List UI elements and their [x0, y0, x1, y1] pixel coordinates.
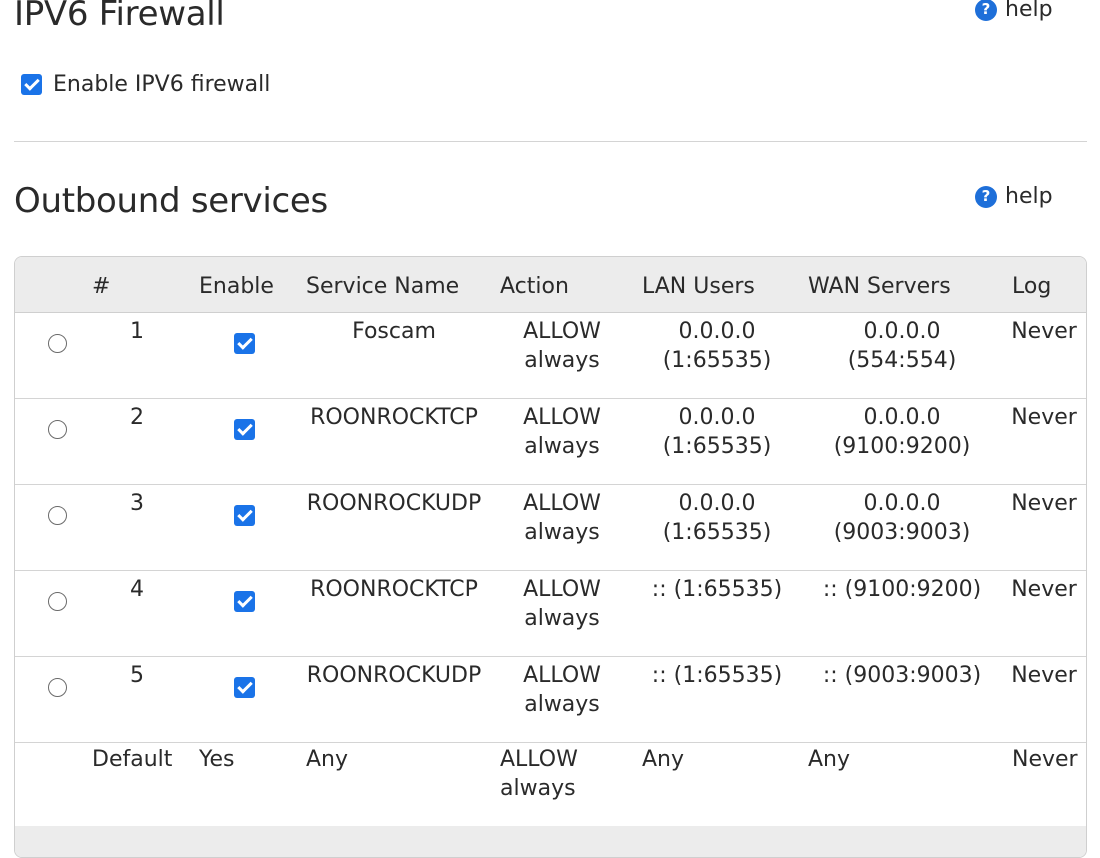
enable-ipv6-firewall[interactable]: Enable IPV6 firewall	[21, 72, 270, 97]
lan-users: :: (1:65535)	[651, 663, 783, 688]
column-header-service-name: Service Name	[306, 274, 460, 299]
firewall-title: IPV6 Firewall	[14, 0, 225, 34]
action: ALLOW always	[523, 577, 601, 631]
wan-servers: :: (9003:9003)	[822, 663, 982, 688]
wan-servers: 0.0.0.0 (9003:9003)	[833, 491, 971, 545]
outbound-services-title: Outbound services	[14, 181, 328, 221]
default-log: Never	[1012, 747, 1078, 772]
help-icon: ?	[975, 185, 997, 208]
column-header-wan-servers: WAN Servers	[808, 274, 951, 299]
row-number: 3	[130, 491, 144, 516]
table-row[interactable]: 3 ROONROCKUDP ALLOW always 0.0.0.0 (1:65…	[15, 485, 1086, 571]
lan-users: 0.0.0.0 (1:65535)	[662, 319, 772, 373]
outbound-services-table: # Enable Service Name Action LAN Users W…	[14, 256, 1087, 858]
row-number: 2	[130, 405, 144, 430]
default-service-name: Any	[306, 747, 349, 772]
service-name: Foscam	[352, 319, 436, 344]
default-wan-servers: Any	[808, 747, 851, 772]
enable-firewall-checkbox[interactable]	[21, 74, 42, 95]
row-enable-checkbox[interactable]	[234, 333, 255, 354]
table-row[interactable]: 4 ROONROCKTCP ALLOW always :: (1:65535) …	[15, 571, 1086, 657]
log: Never	[1011, 319, 1077, 344]
row-select-radio[interactable]	[48, 334, 67, 353]
wan-servers: 0.0.0.0 (9100:9200)	[833, 405, 971, 459]
enable-firewall-label: Enable IPV6 firewall	[53, 72, 271, 97]
service-name: ROONROCKTCP	[310, 577, 478, 602]
outbound-help-link[interactable]: ? help	[975, 184, 1053, 209]
table-header: # Enable Service Name Action LAN Users W…	[15, 257, 1086, 313]
default-enable: Yes	[199, 747, 235, 772]
row-enable-checkbox[interactable]	[234, 677, 255, 698]
table-footer	[15, 826, 1086, 857]
action: ALLOW always	[523, 319, 601, 373]
action: ALLOW always	[523, 405, 601, 459]
row-enable-checkbox[interactable]	[234, 505, 255, 526]
log: Never	[1011, 405, 1077, 430]
help-label: help	[1005, 0, 1053, 22]
lan-users: 0.0.0.0 (1:65535)	[662, 491, 772, 545]
default-action: ALLOW always	[500, 747, 578, 801]
table-row[interactable]: 2 ROONROCKTCP ALLOW always 0.0.0.0 (1:65…	[15, 399, 1086, 485]
action: ALLOW always	[523, 663, 601, 717]
help-label: help	[1005, 184, 1053, 209]
action: ALLOW always	[523, 491, 601, 545]
column-header-log: Log	[1012, 274, 1052, 299]
column-header-number: #	[92, 274, 111, 299]
row-number: 1	[130, 319, 144, 344]
wan-servers: :: (9100:9200)	[822, 577, 982, 602]
lan-users: 0.0.0.0 (1:65535)	[662, 405, 772, 459]
wan-servers: 0.0.0.0 (554:554)	[847, 319, 957, 373]
firewall-help-link[interactable]: ? help	[975, 0, 1053, 22]
log: Never	[1011, 577, 1077, 602]
default-lan-users: Any	[642, 747, 685, 772]
default-row: Default Yes Any ALLOW always Any Any Nev…	[15, 743, 1086, 828]
help-icon: ?	[975, 0, 997, 21]
table-row[interactable]: 1 Foscam ALLOW always 0.0.0.0 (1:65535) …	[15, 313, 1086, 399]
table-row[interactable]: 5 ROONROCKUDP ALLOW always :: (1:65535) …	[15, 657, 1086, 743]
section-divider	[14, 141, 1087, 142]
lan-users: :: (1:65535)	[651, 577, 783, 602]
log: Never	[1011, 663, 1077, 688]
row-enable-checkbox[interactable]	[234, 419, 255, 440]
row-select-radio[interactable]	[48, 678, 67, 697]
row-select-radio[interactable]	[48, 592, 67, 611]
service-name: ROONROCKTCP	[310, 405, 478, 430]
column-header-action: Action	[500, 274, 569, 299]
column-header-enable: Enable	[199, 274, 274, 299]
log: Never	[1011, 491, 1077, 516]
row-select-radio[interactable]	[48, 506, 67, 525]
default-label: Default	[92, 747, 173, 772]
row-number: 4	[130, 577, 144, 602]
service-name: ROONROCKUDP	[306, 491, 482, 516]
row-enable-checkbox[interactable]	[234, 591, 255, 612]
service-name: ROONROCKUDP	[306, 663, 482, 688]
row-select-radio[interactable]	[48, 420, 67, 439]
column-header-lan-users: LAN Users	[642, 274, 755, 299]
row-number: 5	[130, 663, 144, 688]
